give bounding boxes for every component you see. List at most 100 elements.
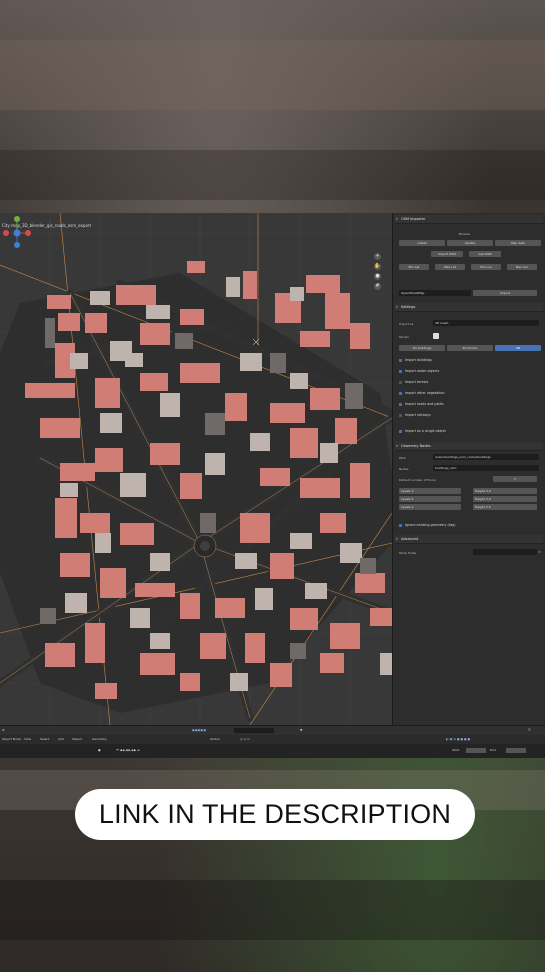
checkbox-import-water[interactable]: Import water objects bbox=[399, 368, 439, 375]
zoom-icon[interactable]: + bbox=[374, 253, 381, 260]
checkbox-icon bbox=[399, 380, 402, 384]
terrain-label: Terrain bbox=[399, 335, 410, 339]
checkbox-label: Ignore existing geometry (tag) bbox=[405, 523, 456, 527]
section-osm-importer[interactable]: ▾ OSM Importer bbox=[395, 215, 543, 224]
filter-icon[interactable]: ▼ bbox=[300, 728, 302, 732]
menu-add[interactable]: Add bbox=[58, 737, 64, 741]
row-button-map-data[interactable]: Map data bbox=[495, 240, 541, 246]
field-label: Height bbox=[475, 505, 485, 509]
snap-tools-icon[interactable]: ▣▣▣▣▣ bbox=[192, 728, 206, 732]
browse-label: Browse bbox=[459, 232, 470, 236]
floor-field[interactable]: Height 4.0 bbox=[473, 488, 537, 494]
section-settings[interactable]: ▾ Settings bbox=[395, 303, 543, 312]
field-label: Levels bbox=[401, 497, 411, 501]
options-label[interactable]: ☰ bbox=[528, 728, 531, 732]
timeline: ● ⏮ ◀◀ ◀ ▶ ▶▶ ⏭ Start End bbox=[0, 744, 545, 758]
section-title: Settings bbox=[401, 305, 416, 309]
sidebar-panel: ▾ OSM Importer Browse Latest Update Map d… bbox=[392, 213, 545, 725]
menu-object[interactable]: Object bbox=[72, 737, 82, 741]
field-value: 2 bbox=[411, 505, 414, 509]
folder-icon[interactable]: ▭ bbox=[538, 550, 541, 554]
geo-path-field[interactable]: //osm/buildings_osm_cache/buildings bbox=[433, 454, 539, 460]
search-field[interactable] bbox=[234, 728, 274, 733]
import-as-label: Import as bbox=[399, 322, 414, 326]
checkbox-single-object[interactable]: Import as a single object bbox=[399, 428, 446, 435]
row-button-update[interactable]: Update bbox=[447, 240, 493, 246]
server-select[interactable]: OpenStreetMap bbox=[399, 290, 471, 296]
playback-controls-icon[interactable]: ⏮ ◀◀ ◀ ▶ ▶▶ ⏭ bbox=[116, 748, 140, 752]
get-osm-button[interactable]: Get OSM bbox=[469, 251, 501, 257]
grid-icon[interactable]: # bbox=[374, 283, 381, 290]
checkbox-icon bbox=[399, 391, 402, 395]
default-floors-label: Default number of floors bbox=[399, 478, 436, 482]
checkbox-import-forests[interactable]: Import forests bbox=[399, 379, 428, 386]
min-lon-field[interactable]: Min Lon bbox=[471, 264, 501, 270]
frame-start-field[interactable] bbox=[466, 748, 486, 753]
proportional-icon[interactable]: ◎ ⊡ ⊡ bbox=[240, 737, 250, 741]
checkbox-icon bbox=[399, 429, 402, 433]
checkbox-label: Import as a single object bbox=[405, 429, 446, 433]
pan-icon[interactable]: ✋ bbox=[374, 263, 381, 270]
floor-field[interactable]: Levels 3 bbox=[399, 488, 461, 494]
checkbox-icon bbox=[399, 523, 402, 527]
navigation-gizmo-icon[interactable] bbox=[0, 213, 34, 251]
min-lat-field[interactable]: Min Lat bbox=[399, 264, 429, 270]
section-title: Advanced bbox=[401, 537, 419, 541]
temp-folder-field[interactable] bbox=[473, 549, 537, 555]
mode-tab-2d[interactable]: 2D buildings bbox=[399, 345, 445, 351]
shading-icons[interactable]: ◐ ▣ ⊕ ● ● ● ● bbox=[446, 737, 470, 741]
section-advanced[interactable]: ▾ Advanced bbox=[395, 535, 543, 544]
3d-viewport[interactable]: City map_3D_blender_gis_roads_osm_export… bbox=[0, 213, 392, 725]
menu-geometry[interactable]: Geometry bbox=[92, 737, 107, 741]
import-as-select[interactable]: 3D mesh bbox=[433, 320, 539, 326]
menu-select[interactable]: Select bbox=[40, 737, 49, 741]
checkbox-label: Import other vegetation bbox=[405, 391, 445, 395]
link-in-description-button[interactable]: LINK IN THE DESCRIPTION bbox=[75, 789, 475, 840]
checkbox-import-buildings[interactable]: Import buildings bbox=[399, 357, 432, 364]
row-button-latest[interactable]: Latest bbox=[399, 240, 445, 246]
temp-folder-label: Temp folder bbox=[399, 551, 417, 555]
field-value: 3 bbox=[411, 489, 414, 493]
frame-start-label: Start bbox=[452, 748, 460, 752]
mode-tab-3d[interactable]: 3D bbox=[495, 345, 541, 351]
menu-view[interactable]: View bbox=[24, 737, 31, 741]
field-label: Height bbox=[475, 497, 485, 501]
mode-select[interactable]: Object Mode bbox=[2, 737, 21, 741]
field-label: Levels bbox=[401, 505, 411, 509]
geo-nodes-label: Nodes bbox=[399, 467, 409, 471]
city-map-render bbox=[0, 213, 392, 725]
terrain-toggle[interactable] bbox=[433, 333, 439, 339]
max-lon-field[interactable]: Max Lon bbox=[507, 264, 537, 270]
frame-end-label: End bbox=[490, 748, 496, 752]
transform-orientation[interactable]: Global bbox=[210, 737, 220, 741]
import-button[interactable]: Import bbox=[473, 290, 537, 296]
viewport-tool-column: + ✋ ● # bbox=[374, 253, 384, 293]
checkbox-ignore-geometry[interactable]: Ignore existing geometry (tag) bbox=[399, 522, 456, 529]
checkbox-import-vegetation[interactable]: Import other vegetation bbox=[399, 390, 445, 397]
section-geometry-nodes[interactable]: ▾ Geometry Nodes bbox=[395, 442, 543, 451]
max-lat-field[interactable]: Max Lat bbox=[435, 264, 465, 270]
floor-field[interactable]: Levels 5 bbox=[399, 496, 461, 502]
field-label: Height bbox=[475, 489, 485, 493]
floor-field[interactable]: Height 3.0 bbox=[473, 496, 537, 502]
checkbox-label: Import water objects bbox=[405, 369, 440, 373]
frame-end-field[interactable] bbox=[506, 748, 526, 753]
floor-field[interactable]: Height 2.5 bbox=[473, 504, 537, 510]
section-title: OSM Importer bbox=[401, 217, 426, 221]
floors-dropdown[interactable]: ▾ bbox=[493, 476, 537, 482]
camera-icon[interactable]: ● bbox=[374, 273, 381, 280]
field-value: 5 bbox=[411, 497, 414, 501]
blender-window: City map_3D_blender_gis_roads_osm_export… bbox=[0, 213, 545, 758]
checkbox-import-roads[interactable]: Import roads and paths bbox=[399, 401, 444, 408]
background-band bbox=[0, 40, 545, 110]
checkbox-import-railways[interactable]: Import railways bbox=[399, 412, 431, 419]
record-icon[interactable]: ● bbox=[98, 748, 101, 752]
checkbox-icon bbox=[399, 402, 402, 406]
checkbox-icon bbox=[399, 358, 402, 362]
background-band bbox=[0, 150, 545, 200]
mode-tab-3d-terrain[interactable]: 3D terrain bbox=[447, 345, 493, 351]
floor-field[interactable]: Levels 2 bbox=[399, 504, 461, 510]
geo-nodes-field[interactable]: buildings_osm bbox=[433, 465, 539, 471]
import-osm-button[interactable]: Import OSM bbox=[431, 251, 463, 257]
editor-type-icon[interactable]: ⚙ bbox=[2, 728, 5, 732]
